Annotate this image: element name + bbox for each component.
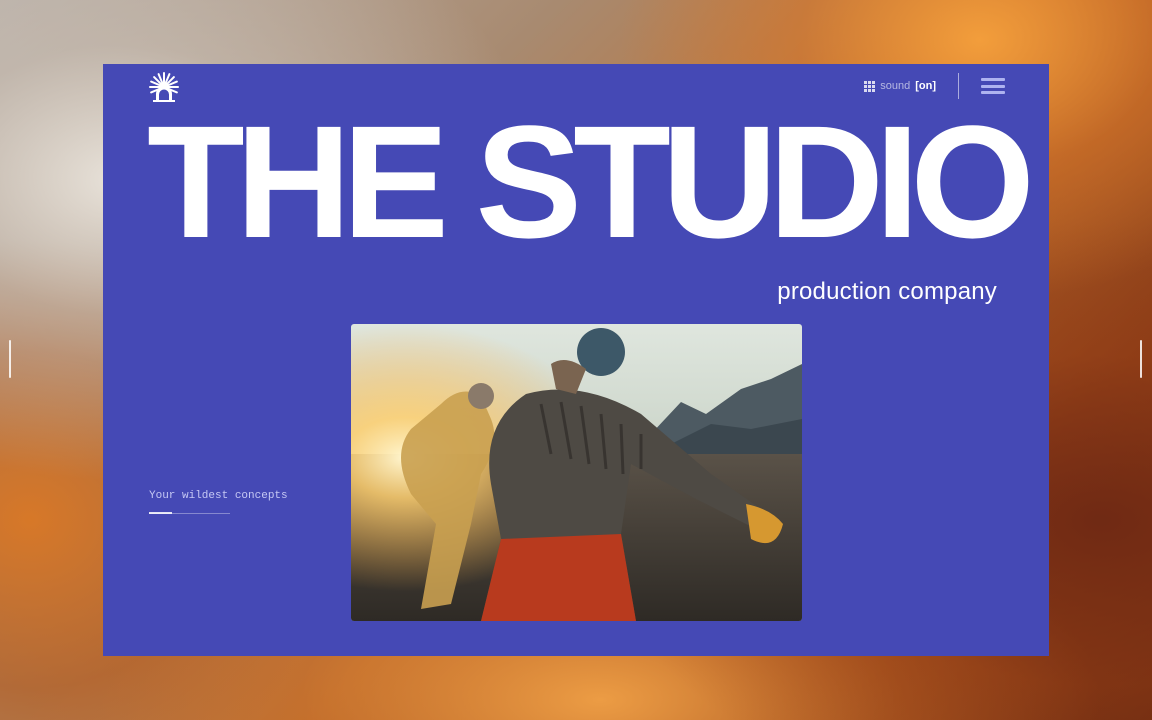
hero-video-image (351, 324, 802, 621)
hero-video[interactable] (351, 324, 802, 621)
sound-label: sound (880, 80, 911, 92)
tagline-progress-fill (149, 512, 172, 514)
sound-toggle[interactable]: sound [on] (864, 80, 936, 92)
left-slide-indicator[interactable] (9, 340, 11, 378)
hero-card: sound [on] THE STUDIO production company… (103, 64, 1049, 656)
sound-grid-icon (864, 80, 876, 92)
tagline-progress-bar (149, 512, 230, 514)
hero-headline: THE STUDIO (147, 92, 1035, 271)
hero-subtitle: production company (777, 278, 997, 305)
tagline-link[interactable]: Your wildest concepts (149, 490, 288, 502)
right-slide-indicator[interactable] (1140, 340, 1142, 378)
sound-state: [on] (915, 80, 936, 92)
